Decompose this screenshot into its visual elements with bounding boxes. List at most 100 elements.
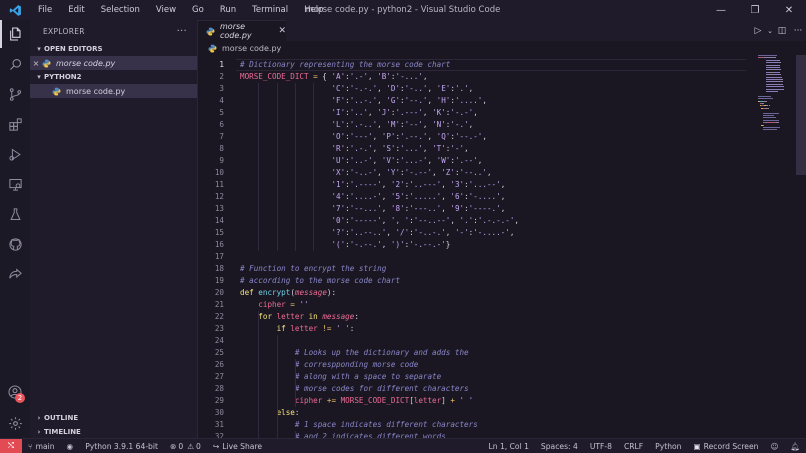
feedback-icon[interactable]: ☺	[764, 442, 784, 451]
code-line[interactable]: 29 cipher += MORSE_CODE_DICT[letter] + '…	[198, 395, 806, 407]
code-line[interactable]: 16 '(':'-.--.', ')':'-.--.-'}	[198, 239, 806, 251]
timeline-section[interactable]: › TIMELINE	[30, 425, 198, 439]
sync-status[interactable]: ◉	[61, 442, 80, 451]
tab-morse-code[interactable]: morse code.py ✕	[198, 20, 286, 41]
code-line[interactable]: 13 '7':'--...', '8':'---..', '9':'----.'…	[198, 203, 806, 215]
line-number: 31	[214, 420, 224, 429]
menu-edit[interactable]: Edit	[60, 0, 92, 20]
code-line[interactable]: 28 # morse codes for different character…	[198, 383, 806, 395]
end-of-line[interactable]: CRLF	[618, 442, 649, 451]
menu-run[interactable]: Run	[212, 0, 244, 20]
cursor-position[interactable]: Ln 1, Col 1	[483, 442, 535, 451]
code-line[interactable]: 14 '0':'-----', ', ':'--..--', '.':'.-.-…	[198, 215, 806, 227]
code-line[interactable]: 22 for letter in message:	[198, 311, 806, 323]
menu-go[interactable]: Go	[184, 0, 212, 20]
indentation[interactable]: Spaces: 4	[535, 442, 584, 451]
code-text: # according to the morse code chart	[240, 276, 401, 285]
encoding[interactable]: UTF-8	[584, 442, 618, 451]
code-line[interactable]: 31 # 1 space indicates different charact…	[198, 419, 806, 431]
testing-icon[interactable]	[0, 200, 30, 228]
notifications-bell-icon[interactable]: 🔔︎	[784, 442, 806, 451]
more-actions-icon[interactable]: ···	[177, 26, 187, 37]
code-line[interactable]: 11 '1':'.----', '2':'..---', '3':'...--'…	[198, 179, 806, 191]
close-window-button[interactable]: ✕	[772, 0, 806, 20]
folder-section[interactable]: ▾ PYTHON2	[30, 70, 197, 84]
search-icon[interactable]	[0, 50, 30, 78]
minimap-token	[780, 69, 782, 71]
github-icon[interactable]	[0, 230, 30, 258]
code-line[interactable]: 30 else:	[198, 407, 806, 419]
minimap-token	[781, 83, 783, 85]
code-line[interactable]: 5 'I':'..', 'J':'.---', 'K':'-.-',	[198, 107, 806, 119]
code-line[interactable]: 27 # along with a space to separate	[198, 371, 806, 383]
language-mode[interactable]: Python	[649, 442, 687, 451]
code-line[interactable]: 4 'F':'..-.', 'G':'--.', 'H':'....',	[198, 95, 806, 107]
code-line[interactable]: 17	[198, 251, 806, 263]
minimap-token	[768, 107, 770, 109]
minimap-token	[763, 112, 779, 114]
run-debug-icon[interactable]	[0, 140, 30, 168]
branch-status[interactable]: ⑂ main	[22, 442, 61, 451]
code-line[interactable]: 19 # according to the morse code chart	[198, 275, 806, 287]
explorer-icon[interactable]	[0, 20, 30, 48]
code-line[interactable]: 32 # and 2 indicates different words	[198, 431, 806, 438]
code-line[interactable]: 1 # Dictionary representing the morse cod…	[198, 59, 806, 71]
editor-scrollbar[interactable]	[796, 55, 806, 175]
close-editor-icon[interactable]: ×	[30, 59, 42, 68]
code-line[interactable]: 7 'O':'---', 'P':'.--.', 'Q':'--.-',	[198, 131, 806, 143]
code-line[interactable]: 10 'X':'-..-', 'Y':'-.--', 'Z':'--..',	[198, 167, 806, 179]
code-text: # Looks up the dictionary and adds the	[294, 348, 469, 357]
code-line[interactable]: 23 if letter != ' ':	[198, 323, 806, 335]
code-editor[interactable]: 1 # Dictionary representing the morse cod…	[198, 55, 806, 438]
python-interpreter[interactable]: Python 3.9.1 64-bit	[79, 442, 164, 451]
line-number: 25	[214, 348, 224, 357]
outline-section[interactable]: › OUTLINE	[30, 411, 198, 425]
menu-terminal[interactable]: Terminal	[244, 0, 296, 20]
source-control-icon[interactable]	[0, 80, 30, 108]
breadcrumb[interactable]: morse code.py	[198, 41, 806, 55]
accounts-icon[interactable]: 2	[0, 378, 30, 406]
restore-button[interactable]: ❐	[738, 0, 772, 20]
code-line[interactable]: 24	[198, 335, 806, 347]
extensions-icon[interactable]	[0, 110, 30, 138]
code-line[interactable]: 26 # correspponding morse code	[198, 359, 806, 371]
open-editors-section[interactable]: ▾ OPEN EDITORS	[30, 42, 197, 56]
menu-help[interactable]: Help	[296, 0, 331, 20]
run-file-icon[interactable]: ▷	[750, 26, 766, 36]
live-share-status[interactable]: ↪ Live Share	[207, 442, 268, 451]
indent-guide	[276, 335, 278, 438]
code-text: def encrypt(message):	[240, 288, 337, 297]
remote-indicator-icon[interactable]: ⤭	[0, 438, 22, 453]
code-line[interactable]: 9 'U':'..-', 'V':'...-', 'W':'.--',	[198, 155, 806, 167]
code-line[interactable]: 18 # Function to encrypt the string	[198, 263, 806, 275]
record-screen[interactable]: ▣ Record Screen	[687, 442, 764, 451]
more-actions-icon[interactable]: ···	[790, 26, 806, 36]
code-line[interactable]: 21 cipher = ''	[198, 299, 806, 311]
code-line[interactable]: 20 def encrypt(message):	[198, 287, 806, 299]
code-line[interactable]: 2 MORSE_CODE_DICT = { 'A':'.-', 'B':'-...…	[198, 71, 806, 83]
code-line[interactable]: 25 # Looks up the dictionary and adds th…	[198, 347, 806, 359]
menu-view[interactable]: View	[148, 0, 184, 20]
code-line[interactable]: 12 '4':'....-', '5':'.....', '6':'-....'…	[198, 191, 806, 203]
file-tree-item[interactable]: morse code.py	[30, 84, 197, 98]
live-share-icon[interactable]	[0, 260, 30, 288]
remote-explorer-icon[interactable]	[0, 170, 30, 198]
code-line[interactable]: 15 '?':'..--..', '/':'-..-.', '-':'-....…	[198, 227, 806, 239]
code-line[interactable]: 6 'L':'.-..', 'M':'--', 'N':'-.',	[198, 119, 806, 131]
minimap-token	[778, 71, 780, 73]
settings-gear-icon[interactable]	[0, 409, 30, 437]
open-editor-item[interactable]: × morse code.py	[30, 56, 197, 70]
minimap[interactable]	[758, 55, 794, 155]
menu-file[interactable]: File	[30, 0, 60, 20]
code-line[interactable]: 3 'C':'-.-.', 'D':'-..', 'E':'.',	[198, 83, 806, 95]
menu-selection[interactable]: Selection	[93, 0, 148, 20]
problems-status[interactable]: ⊗ 0 ⚠ 0	[164, 442, 207, 451]
code-text: 'X':'-..-', 'Y':'-.--', 'Z':'--..',	[331, 168, 492, 177]
minimize-button[interactable]: —	[704, 0, 738, 20]
split-editor-icon[interactable]: ◫	[774, 26, 790, 36]
run-dropdown-chevron-icon[interactable]: ⌄	[766, 27, 774, 35]
code-line[interactable]: 8 'R':'.-.', 'S':'...', 'T':'-',	[198, 143, 806, 155]
line-number: 28	[214, 384, 224, 393]
editor-actions: ▷ ⌄ ◫ ···	[750, 20, 806, 41]
tab-close-icon[interactable]: ✕	[278, 26, 286, 36]
